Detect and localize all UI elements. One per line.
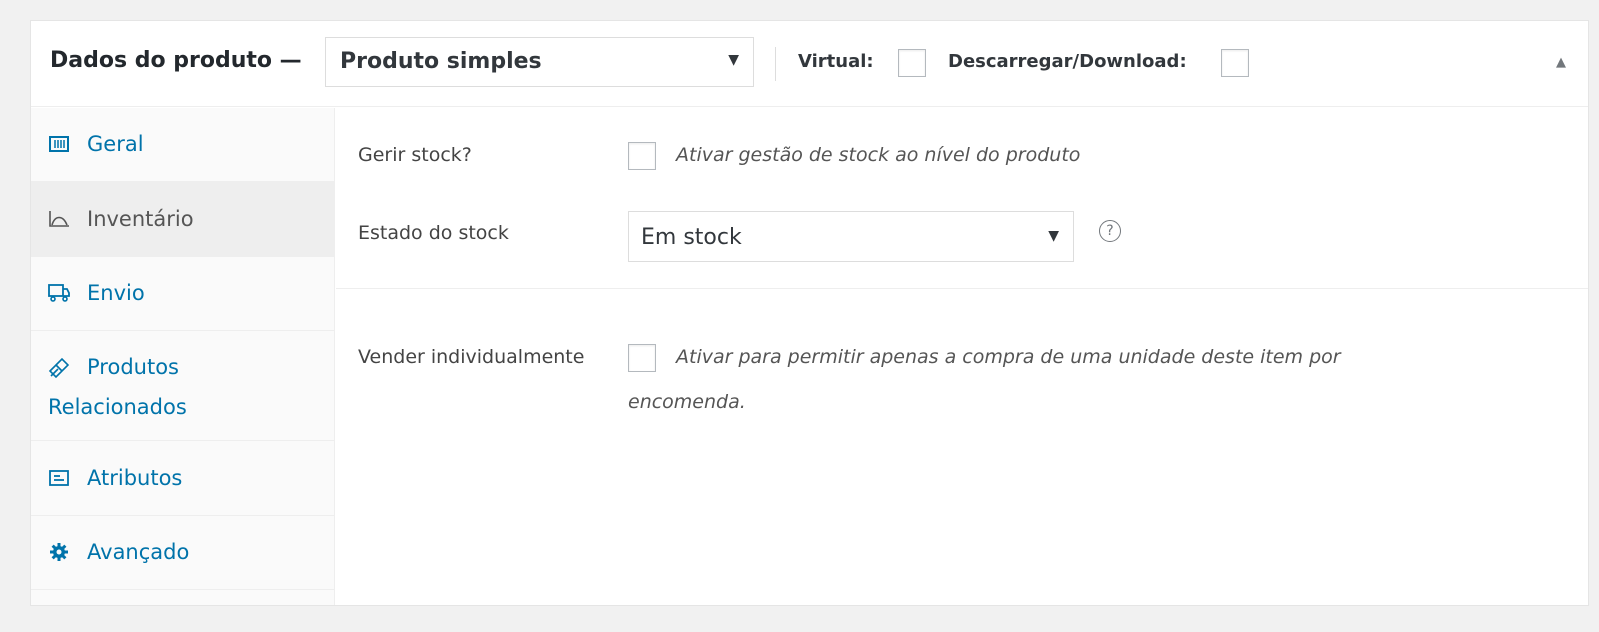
inventory-icon [48, 208, 70, 230]
virtual-checkbox[interactable] [898, 49, 926, 77]
download-checkbox[interactable] [1221, 49, 1249, 77]
sold-individually-description: Ativar para permitir apenas a compra de … [676, 346, 1341, 368]
sold-individually-checkbox[interactable] [628, 344, 656, 372]
gear-icon [48, 541, 70, 563]
panel-title: Dados do produto — [50, 48, 302, 73]
product-type-select[interactable]: Produto simples ▼ [325, 37, 754, 87]
stock-status-value: Em stock [641, 225, 742, 250]
virtual-label: Virtual: [798, 51, 874, 72]
tab-inventory[interactable]: Inventário [31, 182, 334, 257]
panel-header: Dados do produto — Produto simples ▼ Vir… [31, 21, 1588, 107]
tab-label: Geral [87, 132, 144, 156]
tab-linked-products[interactable]: Produtos Relacionados [31, 331, 334, 441]
general-icon [48, 133, 70, 155]
stock-status-select[interactable]: Em stock ▼ [628, 211, 1074, 262]
sold-individually-label: Vender individualmente [358, 346, 585, 368]
product-data-panel: Dados do produto — Produto simples ▼ Vir… [30, 20, 1589, 606]
header-divider [775, 47, 776, 81]
tab-advanced[interactable]: Avançado [31, 516, 334, 590]
collapse-toggle-icon[interactable]: ▲ [1556, 55, 1566, 70]
shipping-icon [48, 282, 70, 304]
tab-label: Inventário [87, 207, 194, 231]
stock-status-label: Estado do stock [358, 222, 509, 244]
manage-stock-description: Ativar gestão de stock ao nível do produ… [676, 144, 1081, 166]
manage-stock-label: Gerir stock? [358, 144, 472, 166]
section-divider [336, 288, 1588, 289]
tab-label: Produtos [87, 355, 179, 379]
linked-products-icon [48, 357, 70, 379]
tab-label: Atributos [87, 466, 183, 490]
tab-label: Avançado [87, 540, 190, 564]
tab-label: Envio [87, 281, 145, 305]
attributes-icon [48, 467, 70, 489]
tab-general[interactable]: Geral [31, 108, 334, 182]
help-icon[interactable]: ? [1099, 220, 1121, 242]
product-data-tabs: Geral Inventário Envio Produtos Relacion… [31, 108, 335, 605]
chevron-down-icon: ▼ [1048, 228, 1059, 244]
manage-stock-checkbox[interactable] [628, 142, 656, 170]
product-type-value: Produto simples [340, 49, 542, 74]
chevron-down-icon: ▼ [728, 52, 739, 68]
tab-attributes[interactable]: Atributos [31, 441, 334, 516]
inventory-panel: Gerir stock? Ativar gestão de stock ao n… [336, 108, 1588, 605]
tab-label-line2: Relacionados [48, 395, 187, 419]
download-label: Descarregar/Download: [948, 51, 1187, 72]
tab-shipping[interactable]: Envio [31, 257, 334, 331]
sold-individually-description-line2: encomenda. [628, 391, 746, 413]
